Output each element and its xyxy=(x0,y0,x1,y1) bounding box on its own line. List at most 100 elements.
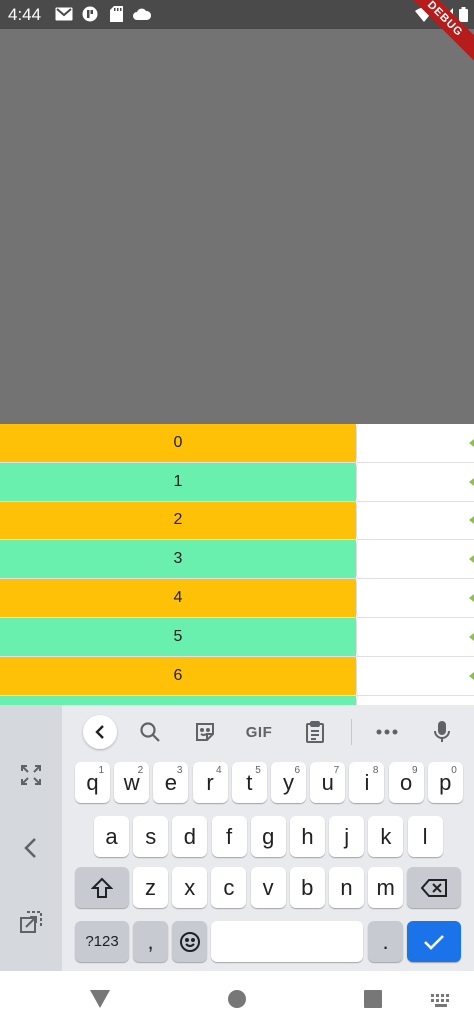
key-m[interactable]: m xyxy=(368,867,404,908)
gif-button[interactable]: GIF xyxy=(242,715,276,749)
list-item-label: 4 xyxy=(0,579,356,617)
key-j[interactable]: j xyxy=(329,816,365,857)
key-d-label: d xyxy=(183,823,197,849)
home-icon[interactable] xyxy=(225,987,249,1011)
key-x[interactable]: x xyxy=(172,867,208,908)
list-item[interactable]: 4 xyxy=(0,579,474,618)
key-a-label: a xyxy=(105,823,118,849)
key-y-hint: 6 xyxy=(294,765,300,776)
symbols-key[interactable]: ?123 xyxy=(75,921,129,962)
key-l-label: l xyxy=(422,823,428,849)
list-item-side-panel xyxy=(356,424,474,462)
key-b[interactable]: b xyxy=(289,867,325,908)
key-k[interactable]: k xyxy=(368,816,404,857)
key-p-hint: 0 xyxy=(451,765,457,776)
list-item-label: 5 xyxy=(0,617,356,656)
key-w[interactable]: w2 xyxy=(114,762,150,803)
key-e[interactable]: e3 xyxy=(153,762,189,803)
list-item-label: 1 xyxy=(0,462,356,501)
navigation-bar xyxy=(0,971,474,1027)
list-item-side-panel xyxy=(356,501,474,540)
symbols-key-label: ?123 xyxy=(85,933,119,950)
key-z[interactable]: z xyxy=(133,867,168,908)
keyboard-side-panel xyxy=(0,705,62,971)
key-v[interactable]: v xyxy=(250,867,286,908)
list-item-label: 3 xyxy=(0,540,356,579)
key-s[interactable]: s xyxy=(133,816,169,857)
enter-key[interactable] xyxy=(407,921,461,962)
list-item-side-panel xyxy=(356,579,474,617)
list-item-label: 6 xyxy=(0,656,356,695)
key-h-label: h xyxy=(301,823,314,849)
list-item[interactable]: 2 xyxy=(0,501,474,541)
sticker-icon[interactable] xyxy=(188,715,222,749)
key-i[interactable]: i8 xyxy=(349,762,385,803)
status-bar: 4:44 xyxy=(0,0,474,29)
key-l[interactable]: l xyxy=(407,816,443,857)
key-a[interactable]: a xyxy=(94,816,129,857)
list-item-label: 2 xyxy=(0,501,356,540)
expand-icon[interactable] xyxy=(18,762,44,788)
keyboard-switch-icon[interactable] xyxy=(430,989,454,1013)
cloud-icon xyxy=(133,6,151,22)
list-item[interactable]: 6 xyxy=(0,656,474,696)
key-v-label: v xyxy=(262,874,274,900)
key-i-label: i xyxy=(364,769,370,795)
emoji-icon xyxy=(179,931,200,952)
key-d[interactable]: d xyxy=(172,816,208,857)
key-t-hint: 5 xyxy=(255,765,261,776)
key-q[interactable]: q1 xyxy=(75,762,110,803)
period-key[interactable]: . xyxy=(368,921,403,962)
gmail-icon xyxy=(55,6,73,22)
key-o[interactable]: o9 xyxy=(388,762,424,803)
key-t[interactable]: t5 xyxy=(231,762,267,803)
back-icon[interactable] xyxy=(88,987,112,1011)
clipboard-icon[interactable] xyxy=(298,715,332,749)
sd-card-icon xyxy=(107,6,125,22)
keyboard-toolbar: GIF xyxy=(62,705,474,757)
key-c[interactable]: c xyxy=(211,867,247,908)
key-r[interactable]: r4 xyxy=(192,762,228,803)
key-s-label: s xyxy=(145,823,157,849)
gif-label: GIF xyxy=(245,723,273,741)
key-q-hint: 1 xyxy=(98,765,104,776)
status-time: 4:44 xyxy=(8,5,42,24)
recents-icon[interactable] xyxy=(361,987,385,1011)
emoji-key[interactable] xyxy=(172,921,207,962)
key-x-label: x xyxy=(184,874,196,900)
list-item[interactable]: 5 xyxy=(0,617,474,657)
key-u[interactable]: u7 xyxy=(310,762,346,803)
toolbar-back-button[interactable] xyxy=(83,715,117,749)
search-icon[interactable] xyxy=(133,715,167,749)
list-item[interactable]: 0 xyxy=(0,424,474,463)
key-k-label: k xyxy=(380,823,392,849)
comma-key[interactable]: , xyxy=(133,921,168,962)
microphone-icon[interactable] xyxy=(425,715,459,749)
key-n[interactable]: n xyxy=(329,867,364,908)
chevron-left-icon[interactable] xyxy=(18,835,44,861)
key-y-label: y xyxy=(283,769,294,795)
key-e-hint: 3 xyxy=(176,765,183,776)
more-options-icon[interactable] xyxy=(370,715,404,749)
backspace-key[interactable] xyxy=(407,867,461,908)
key-p[interactable]: p0 xyxy=(427,762,463,803)
checkmark-icon xyxy=(424,934,444,950)
shift-key[interactable] xyxy=(75,867,129,908)
key-y[interactable]: y6 xyxy=(271,762,306,803)
key-e-label: e xyxy=(164,769,178,795)
list-item[interactable]: 3 xyxy=(0,540,474,580)
key-f[interactable]: f xyxy=(211,816,247,857)
item-list[interactable]: 01234567 xyxy=(0,424,474,707)
space-key[interactable] xyxy=(211,921,363,962)
backspace-icon xyxy=(421,878,447,897)
list-item-side-panel xyxy=(356,462,474,501)
toolbar-divider xyxy=(351,719,352,745)
key-q-label: q xyxy=(86,769,99,795)
key-p-label: p xyxy=(439,769,452,795)
key-w-hint: 2 xyxy=(137,765,144,776)
key-h[interactable]: h xyxy=(290,816,325,857)
list-item[interactable]: 1 xyxy=(0,462,474,502)
floating-keyboard-icon[interactable] xyxy=(18,909,44,935)
key-g[interactable]: g xyxy=(250,816,286,857)
key-b-label: b xyxy=(301,874,314,900)
